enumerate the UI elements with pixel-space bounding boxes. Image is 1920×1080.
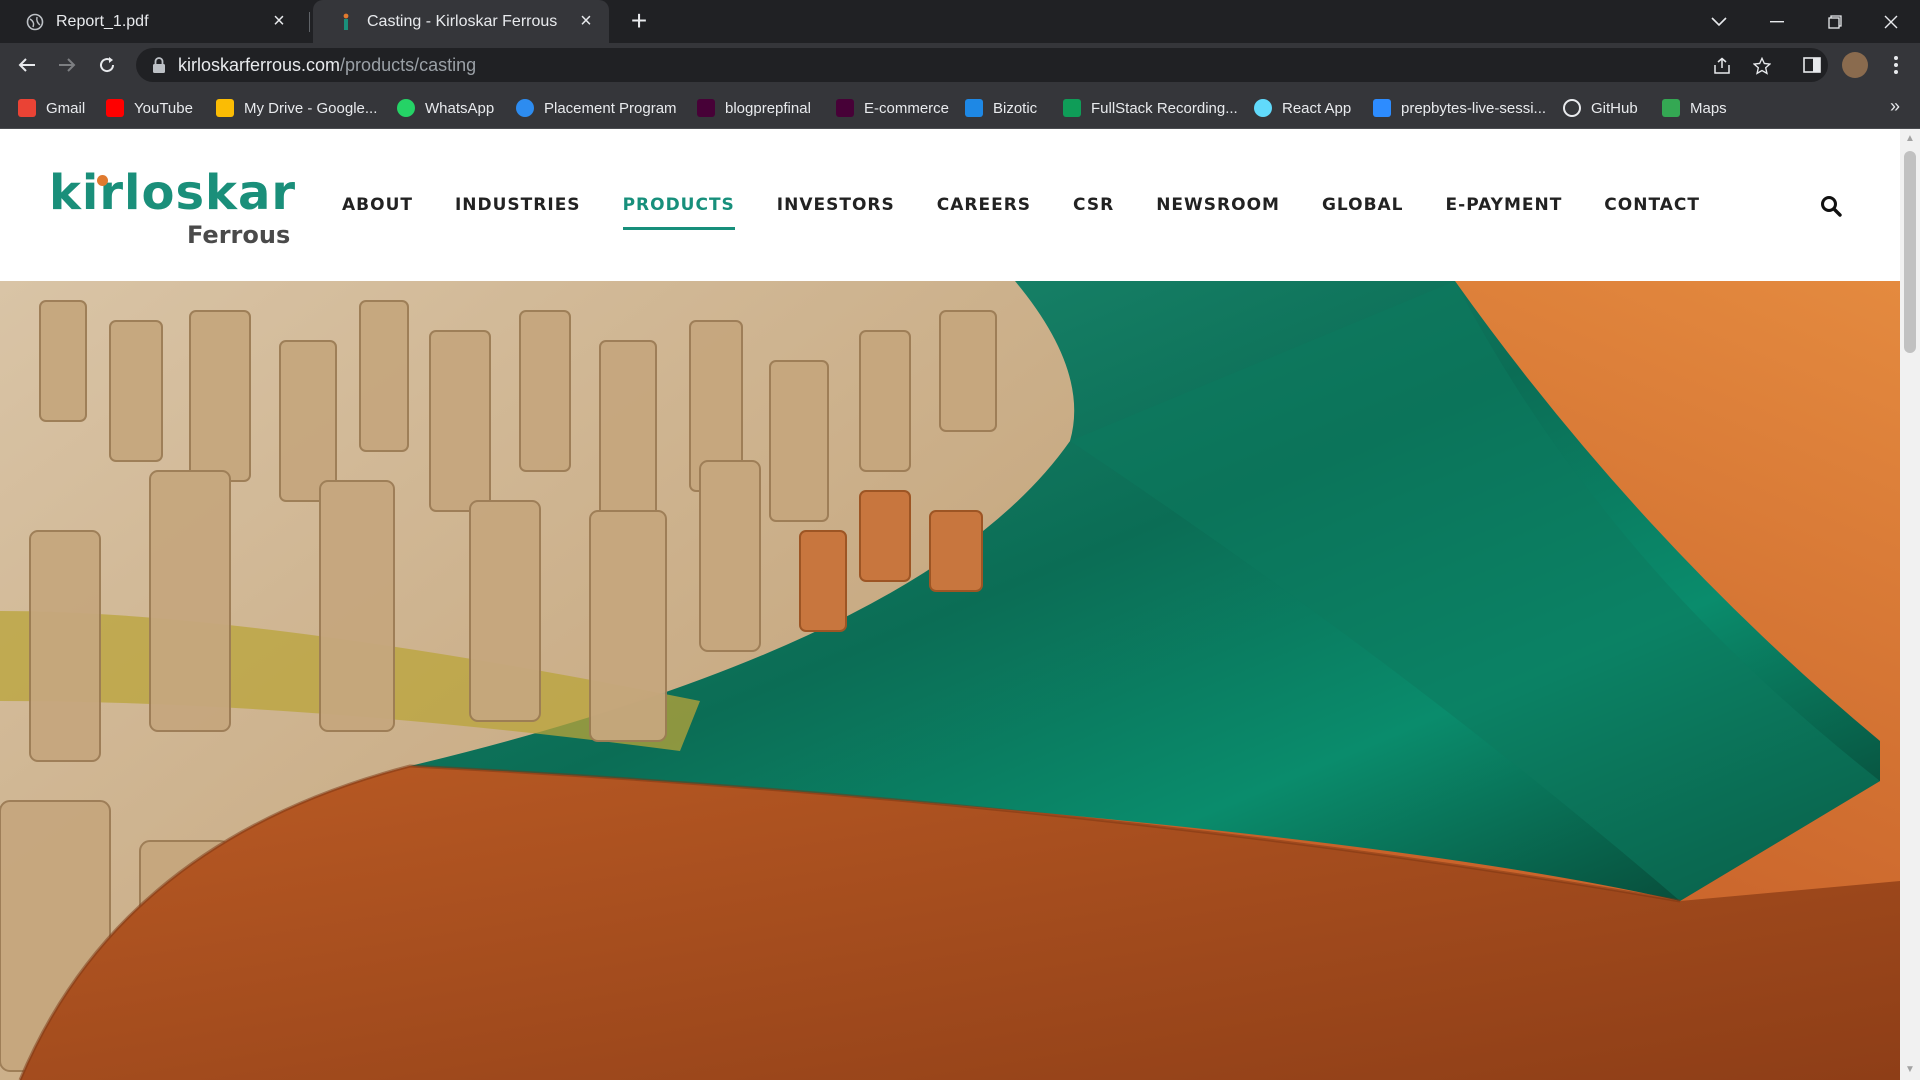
- url-host: kirloskarferrous.com: [178, 55, 341, 75]
- gmail-icon: [18, 99, 36, 117]
- scrollbar-thumb[interactable]: [1904, 151, 1916, 353]
- scroll-down-arrow-icon[interactable]: ▼: [1904, 1064, 1916, 1076]
- nav-item-global[interactable]: GLOBAL: [1322, 195, 1404, 215]
- bookmark-item[interactable]: React App: [1254, 96, 1351, 120]
- hero-banner: [0, 281, 1900, 1080]
- bookmark-label: WhatsApp: [425, 99, 495, 117]
- bookmark-item[interactable]: Gmail: [18, 96, 85, 120]
- bookmark-label: React App: [1282, 99, 1352, 117]
- bookmarks-bar: Gmail YouTube My Drive - Google... WhatsApp…: [0, 87, 1920, 129]
- lock-icon: [153, 57, 165, 73]
- profile-avatar[interactable]: [1842, 52, 1868, 78]
- nav-item-newsroom[interactable]: NEWSROOM: [1156, 195, 1280, 215]
- share-icon[interactable]: [1712, 56, 1732, 76]
- site-header: kirloskar Ferrous ABOUT INDUSTRIES PRODUCT…: [0, 129, 1900, 281]
- bookmark-label: Maps: [1690, 99, 1727, 117]
- tab-strip: Report_1.pdf × Casting - Kirloskar Ferro…: [0, 0, 1920, 43]
- nav-item-contact[interactable]: CONTACT: [1604, 195, 1700, 215]
- logo-dot: [97, 175, 108, 186]
- url-path: /products/casting: [340, 55, 477, 75]
- browser-chrome: Report_1.pdf × Casting - Kirloskar Ferro…: [0, 0, 1920, 129]
- reload-button[interactable]: [91, 49, 123, 81]
- github-icon: [1563, 99, 1581, 117]
- xd-icon: [836, 99, 854, 117]
- bookmark-label: Bizotic: [993, 99, 1038, 117]
- drive-icon: [216, 99, 234, 117]
- bookmark-label: My Drive - Google...: [244, 99, 378, 117]
- nav-item-industries[interactable]: INDUSTRIES: [455, 195, 581, 215]
- nav-item-investors[interactable]: INVESTORS: [777, 195, 895, 215]
- more-bookmarks-icon[interactable]: »: [1890, 96, 1900, 117]
- maps-icon: [1662, 99, 1680, 117]
- main-navigation: ABOUT INDUSTRIES PRODUCTS INVESTORS CAREERS C…: [342, 195, 1742, 230]
- side-panel-icon[interactable]: [1802, 55, 1822, 75]
- nav-item-careers[interactable]: CAREERS: [937, 195, 1031, 215]
- bookmark-label: E-commerce: [864, 99, 950, 117]
- bookmark-item[interactable]: Maps: [1662, 96, 1727, 120]
- vertical-scrollbar[interactable]: ▲ ▼: [1900, 129, 1920, 1080]
- tab-separator: [309, 12, 310, 32]
- hero-artwork: [0, 281, 1900, 1080]
- bookmark-item[interactable]: Placement Program: [516, 96, 677, 120]
- close-window-button[interactable]: [1862, 0, 1920, 43]
- tab-title: Casting - Kirloskar Ferrous: [367, 12, 558, 30]
- whatsapp-icon: [397, 99, 415, 117]
- bookmark-item[interactable]: Bizotic: [965, 96, 1037, 120]
- address-bar[interactable]: kirloskarferrous.com/products/casting: [136, 48, 1828, 82]
- menu-kebab-icon[interactable]: [1886, 55, 1906, 75]
- forward-button[interactable]: [51, 49, 83, 81]
- bookmark-item[interactable]: blogprepfinal: [697, 96, 811, 120]
- nav-item-about[interactable]: ABOUT: [342, 195, 413, 215]
- browser-toolbar: kirloskarferrous.com/products/casting: [0, 43, 1920, 87]
- logo-subtitle: Ferrous: [187, 221, 291, 249]
- url-text: kirloskarferrous.com/products/casting: [178, 55, 476, 76]
- bookmark-item[interactable]: prepbytes-live-sessi...: [1373, 96, 1546, 120]
- bookmark-item[interactable]: WhatsApp: [397, 96, 494, 120]
- pb-icon: [516, 99, 534, 117]
- tab-search-icon[interactable]: [1690, 0, 1748, 43]
- bookmark-item[interactable]: My Drive - Google...: [216, 96, 377, 120]
- sheets-icon: [1063, 99, 1081, 117]
- close-tab-icon[interactable]: ×: [577, 11, 595, 31]
- bookmark-item[interactable]: GitHub: [1563, 96, 1638, 120]
- kirloskar-favicon-icon: [337, 13, 355, 31]
- react-icon: [1254, 99, 1272, 117]
- nav-item-products[interactable]: PRODUCTS: [622, 195, 736, 230]
- logo-wordmark: kirloskar: [49, 165, 297, 221]
- search-icon[interactable]: [1820, 195, 1844, 219]
- bookmark-star-icon[interactable]: [1752, 56, 1772, 76]
- scroll-up-arrow-icon[interactable]: ▲: [1904, 133, 1916, 145]
- close-tab-icon[interactable]: ×: [270, 11, 288, 31]
- new-tab-button[interactable]: +: [625, 7, 653, 36]
- kirloskar-logo[interactable]: kirloskar Ferrous: [49, 165, 295, 255]
- bookmark-label: blogprepfinal: [725, 99, 811, 117]
- bookmark-label: Gmail: [46, 99, 86, 117]
- minimize-button[interactable]: [1748, 0, 1806, 43]
- web-page: kirloskar Ferrous ABOUT INDUSTRIES PRODUCT…: [0, 129, 1900, 1080]
- restore-button[interactable]: [1806, 0, 1864, 43]
- nav-item-csr[interactable]: CSR: [1073, 195, 1114, 215]
- bizotic-icon: [965, 99, 983, 117]
- tab-report[interactable]: Report_1.pdf ×: [2, 0, 302, 43]
- zoom-icon: [1373, 99, 1391, 117]
- tab-casting[interactable]: Casting - Kirloskar Ferrous ×: [313, 0, 609, 43]
- bookmark-label: Placement Program: [544, 99, 677, 117]
- back-button[interactable]: [11, 49, 43, 81]
- youtube-icon: [106, 99, 124, 117]
- bookmark-label: GitHub: [1591, 99, 1638, 117]
- bookmark-item[interactable]: FullStack Recording...: [1063, 96, 1238, 120]
- nav-item-e-payment[interactable]: E-PAYMENT: [1446, 195, 1563, 215]
- bookmark-item[interactable]: E-commerce: [836, 96, 949, 120]
- bookmark-item[interactable]: YouTube: [106, 96, 193, 120]
- tab-title: Report_1.pdf: [56, 12, 149, 30]
- bookmark-label: FullStack Recording...: [1091, 99, 1238, 117]
- xd-icon: [697, 99, 715, 117]
- globe-icon: [26, 13, 44, 31]
- bookmark-label: YouTube: [134, 99, 193, 117]
- bookmark-label: prepbytes-live-sessi...: [1401, 99, 1547, 117]
